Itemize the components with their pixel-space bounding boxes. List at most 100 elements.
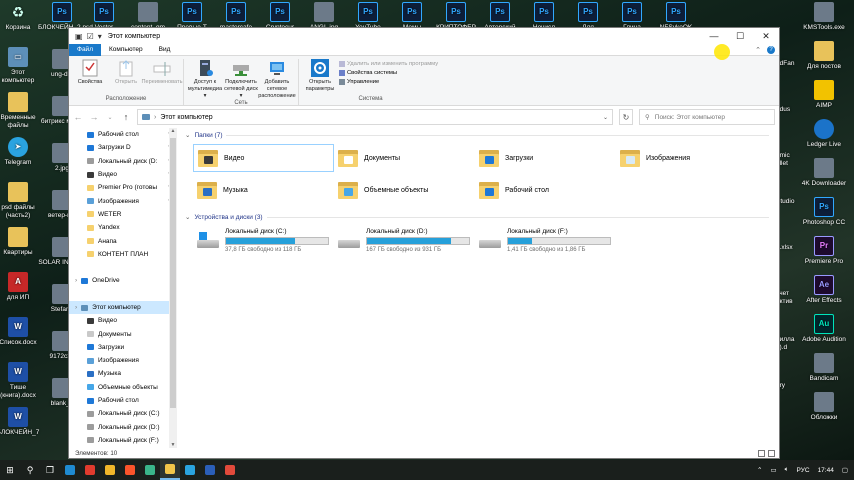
- desktop-icon[interactable]: Ledger Live: [800, 119, 848, 149]
- tab-file[interactable]: Файл: [69, 43, 101, 56]
- nav-item-этот-компьютер[interactable]: › Этот компьютер: [69, 300, 177, 315]
- app-green-icon[interactable]: [140, 460, 160, 480]
- nav-item-музыка[interactable]: Музыка: [69, 367, 177, 380]
- folder-item-документы[interactable]: Документы: [334, 144, 475, 172]
- nav-item-документы[interactable]: Документы: [69, 327, 177, 340]
- add-network-location-button[interactable]: Добавить сетевое расположение: [258, 59, 296, 100]
- desktop-icon[interactable]: 4K Downloader: [800, 158, 848, 188]
- nav-item-локальный-диск-c[interactable]: Локальный диск (C:): [69, 407, 177, 420]
- nav-item-загрузки-d[interactable]: Загрузки D✎: [69, 141, 177, 154]
- desktop-icon[interactable]: W Список.docx: [0, 317, 42, 347]
- manage-button[interactable]: Управление: [339, 79, 438, 85]
- nav-item-onedrive[interactable]: › OneDrive: [69, 274, 177, 287]
- desktop-icon[interactable]: Ps Photoshop CC: [800, 197, 848, 227]
- folder-item-объемные-объекты[interactable]: Объемные объекты: [334, 176, 475, 204]
- minimize-button[interactable]: —: [701, 31, 727, 42]
- nav-item-контент-план[interactable]: КОНТЕНТ ПЛАН: [69, 248, 177, 261]
- nav-item-рабочий-стол[interactable]: Рабочий стол✎: [69, 128, 177, 141]
- title-bar[interactable]: ▣ ☑ ▾ Этот компьютер — ☐ ✕: [69, 28, 779, 44]
- desktop-icon[interactable]: ▭ Этот компьютер: [0, 47, 42, 85]
- desktop-icon[interactable]: Для постов: [800, 41, 848, 71]
- bandicam-icon[interactable]: [220, 460, 240, 480]
- desktop-icon[interactable]: Aдля ИП: [0, 272, 42, 302]
- nav-item-weter[interactable]: WETER: [69, 208, 177, 221]
- drives-section-header[interactable]: ⌄ Устройства и диски (3): [185, 210, 779, 224]
- desktop-icon[interactable]: Ae After Effects: [800, 275, 848, 305]
- folder-item-изображения[interactable]: Изображения: [616, 144, 757, 172]
- folders-section-header[interactable]: ⌄ Папки (7): [185, 128, 779, 142]
- desktop-icon[interactable]: Bandicam: [800, 353, 848, 383]
- refresh-button[interactable]: ↻: [619, 109, 633, 125]
- up-arrow-icon[interactable]: ↑: [121, 112, 131, 122]
- uninstall-program-button[interactable]: Удалить или изменить программу: [339, 61, 438, 67]
- desktop-icon[interactable]: ♻ Корзина: [0, 2, 42, 32]
- search-input[interactable]: ⚲ Поиск: Этот компьютер: [639, 109, 775, 125]
- folder-item-музыка[interactable]: Музыка: [193, 176, 334, 204]
- address-bar[interactable]: › Этот компьютер ⌄: [137, 109, 613, 125]
- desktop-icon[interactable]: W Тише (книга).docx: [0, 362, 42, 400]
- edge-icon[interactable]: [60, 460, 80, 480]
- language-indicator[interactable]: РУС: [797, 467, 810, 474]
- explorer-icon[interactable]: [160, 460, 180, 480]
- nav-item-анапа[interactable]: Анапа: [69, 234, 177, 247]
- forward-arrow-icon[interactable]: →: [89, 112, 99, 122]
- nav-item-объемные-объекты[interactable]: Объемные объекты: [69, 381, 177, 394]
- rename-button[interactable]: Переименовать: [142, 59, 183, 96]
- tray-expand-icon[interactable]: ⌃: [757, 466, 762, 474]
- nav-item-локальный-диск-f[interactable]: Локальный диск (F:): [69, 434, 177, 447]
- desktop-icon[interactable]: AIMP: [800, 80, 848, 110]
- nav-item-изображения[interactable]: Изображения: [69, 354, 177, 367]
- desktop-icon[interactable]: W БЛОКЧЕЙН_7: [0, 407, 42, 437]
- network-icon[interactable]: ▭: [770, 466, 776, 474]
- folder-item-рабочий-стол[interactable]: Рабочий стол: [475, 176, 616, 204]
- expand-chevron-icon[interactable]: ›: [75, 304, 77, 311]
- desktop-icon[interactable]: Pr Premiere Pro: [800, 236, 848, 266]
- nav-item-premier-pro-готовы[interactable]: Premier Pro (готовы✎: [69, 181, 177, 194]
- drive-item[interactable]: Локальный диск (F:) 1,41 ГБ свободно из 1…: [475, 228, 616, 253]
- desktop-icon[interactable]: Временные файлы: [0, 92, 42, 130]
- nav-item-локальный-диск-d[interactable]: Локальный диск (D:): [69, 421, 177, 434]
- chrome-icon[interactable]: [100, 460, 120, 480]
- scroll-up-icon[interactable]: ▲: [169, 128, 177, 134]
- map-network-drive-button[interactable]: Подключить сетевой диск ▾: [224, 59, 258, 100]
- notifications-icon[interactable]: ▢: [842, 466, 848, 474]
- back-arrow-icon[interactable]: ←: [73, 112, 83, 122]
- desktop-icon[interactable]: Квартиры: [0, 227, 42, 257]
- customize-quick-icon[interactable]: ▾: [98, 32, 102, 41]
- nav-item-видео[interactable]: Видео✎: [69, 168, 177, 181]
- checkbox-quick-icon[interactable]: ☑: [87, 32, 94, 41]
- yandex-icon[interactable]: [80, 460, 100, 480]
- folder-item-загрузки[interactable]: Загрузки: [475, 144, 616, 172]
- search-icon[interactable]: ⚲: [20, 460, 40, 480]
- clock[interactable]: 17:44: [818, 467, 834, 474]
- task-view-icon[interactable]: ❐: [40, 460, 60, 480]
- desktop-icon[interactable]: Обложки: [800, 392, 848, 422]
- desktop-icon[interactable]: ➤ Telegram: [0, 137, 42, 167]
- details-view-icon[interactable]: [758, 449, 765, 457]
- large-icons-view-icon[interactable]: [768, 449, 775, 457]
- tab-view[interactable]: Вид: [151, 44, 179, 56]
- open-settings-button[interactable]: Открыть параметры: [303, 59, 337, 96]
- nav-item-yandex[interactable]: Yandex: [69, 221, 177, 234]
- chevron-up-icon[interactable]: ⌃: [755, 46, 761, 54]
- close-button[interactable]: ✕: [753, 31, 779, 42]
- scroll-thumb[interactable]: [170, 138, 176, 408]
- address-dropdown-icon[interactable]: ⌄: [603, 114, 608, 121]
- desktop-icon[interactable]: KMSTools.exe: [800, 2, 848, 32]
- expand-chevron-icon[interactable]: ›: [75, 277, 77, 284]
- nav-item-рабочий-стол[interactable]: Рабочий стол: [69, 394, 177, 407]
- help-icon[interactable]: ?: [767, 45, 775, 54]
- nav-item-изображения[interactable]: Изображения✎: [69, 194, 177, 207]
- drive-item[interactable]: Локальный диск (D:) 167 ГБ свободно из 93…: [334, 228, 475, 253]
- nav-item-загрузки[interactable]: Загрузки: [69, 341, 177, 354]
- drive-item[interactable]: Локальный диск (C:) 37,8 ГБ свободно из 1…: [193, 228, 334, 253]
- media-access-button[interactable]: Доступ к мультимедиа ▾: [188, 59, 222, 100]
- brave-icon[interactable]: [120, 460, 140, 480]
- open-button[interactable]: Открыть: [109, 59, 143, 96]
- properties-button[interactable]: Свойства: [73, 59, 107, 96]
- system-properties-button[interactable]: Свойства системы: [339, 70, 438, 76]
- start-button-icon[interactable]: ⊞: [0, 460, 20, 480]
- word-icon[interactable]: [200, 460, 220, 480]
- volume-icon[interactable]: 🔈︎: [785, 466, 789, 474]
- tab-computer[interactable]: Компьютер: [101, 44, 151, 56]
